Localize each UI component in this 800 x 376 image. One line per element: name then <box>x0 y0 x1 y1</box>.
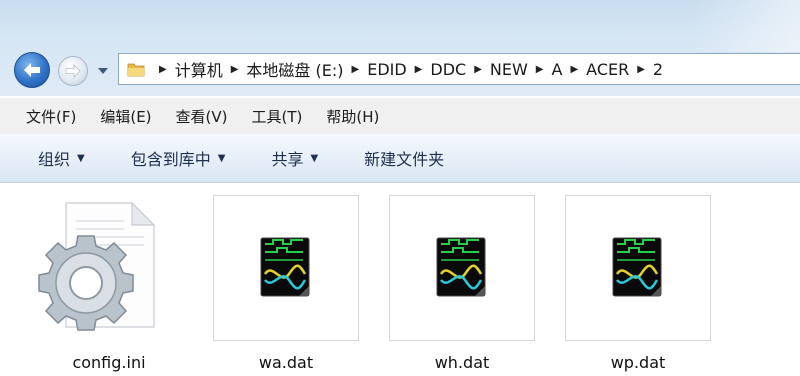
include-in-library-label: 包含到库中 <box>130 150 211 169</box>
chevron-down-icon: ▼ <box>77 152 85 164</box>
file-name: wp.dat <box>610 353 666 372</box>
back-arrow-icon <box>24 63 40 77</box>
chevron-down-icon[interactable] <box>96 66 110 76</box>
include-in-library-button[interactable]: 包含到库中 ▼ <box>131 146 226 170</box>
dat-file-icon <box>612 237 662 297</box>
menu-help[interactable]: 帮助(H) <box>326 106 379 127</box>
breadcrumb-acer[interactable]: ACER <box>586 60 629 79</box>
breadcrumb-ddc[interactable]: DDC <box>430 60 466 79</box>
share-label: 共享 <box>271 150 304 169</box>
file-item-config[interactable]: config.ini <box>36 195 182 372</box>
menu-bar: 文件(F) 编辑(E) 查看(V) 工具(T) 帮助(H) <box>0 98 800 135</box>
file-name: config.ini <box>72 353 146 372</box>
breadcrumb-edid[interactable]: EDID <box>367 60 406 79</box>
forward-button[interactable] <box>58 56 88 86</box>
new-folder-button[interactable]: 新建文件夹 <box>364 146 444 170</box>
command-bar: 组织 ▼ 包含到库中 ▼ 共享 ▼ 新建文件夹 <box>0 134 800 183</box>
file-item-wh[interactable]: wh.dat <box>389 195 535 372</box>
breadcrumb-a[interactable]: A <box>552 60 563 79</box>
file-item-wa[interactable]: wa.dat <box>213 195 359 372</box>
explorer-header: ▶ 计算机 ▶ 本地磁盘 (E:) ▶ EDID ▶ DDC ▶ NEW ▶ A… <box>0 0 800 96</box>
file-name: wh.dat <box>434 353 490 372</box>
organize-button[interactable]: 组织 ▼ <box>38 146 85 170</box>
share-button[interactable]: 共享 ▼ <box>271 146 318 170</box>
forward-arrow-icon <box>65 64 81 78</box>
file-list: config.ini wa.dat wh.dat wp.dat <box>0 183 800 376</box>
breadcrumb-new[interactable]: NEW <box>490 60 528 79</box>
organize-label: 组织 <box>38 150 71 169</box>
new-folder-label: 新建文件夹 <box>364 150 445 169</box>
dat-file-icon <box>260 237 310 297</box>
menu-edit[interactable]: 编辑(E) <box>100 106 151 127</box>
settings-file-icon <box>38 201 156 331</box>
breadcrumb-2[interactable]: 2 <box>653 60 663 79</box>
dat-file-icon <box>436 237 486 297</box>
menu-tools[interactable]: 工具(T) <box>252 106 303 127</box>
file-item-wp[interactable]: wp.dat <box>565 195 711 372</box>
menu-file[interactable]: 文件(F) <box>26 106 76 127</box>
folder-icon <box>127 63 145 77</box>
back-button[interactable] <box>14 52 50 88</box>
chevron-down-icon: ▼ <box>217 152 226 164</box>
address-bar[interactable]: ▶ 计算机 ▶ 本地磁盘 (E:) ▶ EDID ▶ DDC ▶ NEW ▶ A… <box>118 53 800 85</box>
file-name: wa.dat <box>258 353 314 372</box>
chevron-down-icon: ▼ <box>310 152 319 164</box>
breadcrumb-computer[interactable]: 计算机 <box>175 57 223 81</box>
menu-view[interactable]: 查看(V) <box>176 106 228 127</box>
breadcrumb-local-disk[interactable]: 本地磁盘 (E:) <box>246 57 343 81</box>
